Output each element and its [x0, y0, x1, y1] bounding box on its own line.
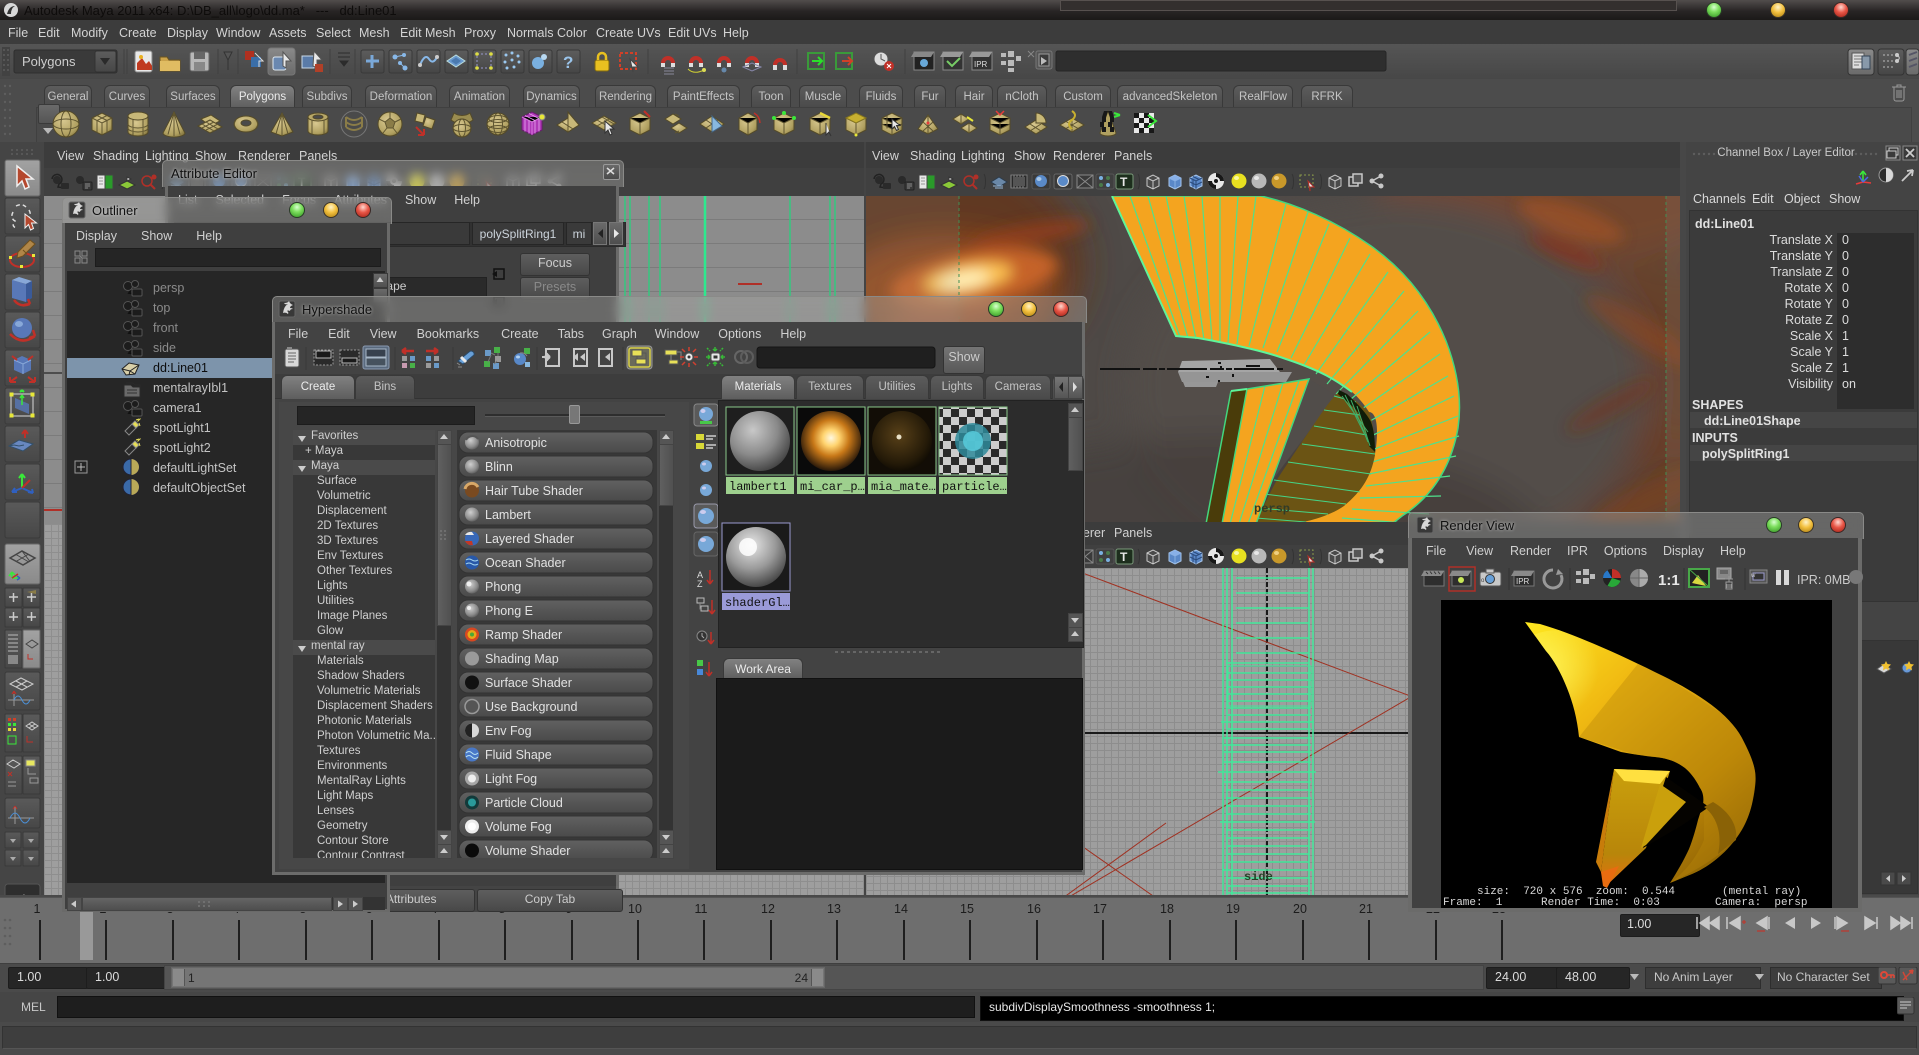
svg-text:1:1: 1:1: [1658, 572, 1680, 589]
svg-text:?: ?: [563, 53, 573, 72]
svg-text:Z: Z: [697, 579, 703, 589]
svg-text:Env Fog: Env Fog: [485, 724, 532, 738]
svg-text:17: 17: [1093, 902, 1107, 916]
svg-text:lambert1: lambert1: [729, 480, 787, 494]
svg-text:Volume Fog: Volume Fog: [485, 820, 552, 834]
svg-text:mi_car_p…: mi_car_p…: [800, 480, 865, 494]
svg-text:Particle Cloud: Particle Cloud: [485, 796, 563, 810]
svg-text:defaultObjectSet: defaultObjectSet: [153, 481, 246, 495]
svg-text:shaderGl…: shaderGl…: [725, 596, 790, 610]
svg-text:side: side: [1244, 870, 1273, 884]
svg-text:mentalrayIbl1: mentalrayIbl1: [153, 381, 228, 395]
svg-text:Surface Shader: Surface Shader: [485, 676, 572, 690]
svg-text:IPR: IPR: [1516, 577, 1530, 586]
svg-text:15: 15: [960, 902, 974, 916]
svg-text:top: top: [153, 301, 170, 315]
svg-text:20: 20: [1293, 902, 1307, 916]
svg-text:persp: persp: [153, 281, 184, 295]
svg-text:Layered Shader: Layered Shader: [485, 532, 574, 546]
svg-text:Polygons: Polygons: [22, 54, 76, 69]
svg-text:Hair Tube Shader: Hair Tube Shader: [485, 484, 583, 498]
svg-text:defaultLightSet: defaultLightSet: [153, 461, 237, 475]
svg-text:Phong E: Phong E: [485, 604, 533, 618]
svg-text:spotLight2: spotLight2: [153, 441, 211, 455]
svg-text:Shading Map: Shading Map: [485, 652, 559, 666]
svg-text:persp: persp: [1254, 502, 1290, 516]
svg-text:Ramp Shader: Ramp Shader: [485, 628, 562, 642]
svg-text:Volume Shader: Volume Shader: [485, 844, 570, 858]
svg-text:dd:Line01: dd:Line01: [153, 361, 208, 375]
svg-text:Ocean Shader: Ocean Shader: [485, 556, 566, 570]
svg-text:front: front: [153, 321, 179, 335]
svg-text:mia_mate…: mia_mate…: [871, 480, 936, 494]
svg-text:11: 11: [695, 902, 708, 916]
svg-text:13: 13: [827, 902, 841, 916]
svg-text:19: 19: [1226, 902, 1240, 916]
svg-text:14: 14: [894, 902, 908, 916]
svg-text:particle…: particle…: [942, 480, 1007, 494]
svg-text:10: 10: [628, 902, 642, 916]
svg-text:IPR: 0MB: IPR: 0MB: [1797, 573, 1851, 587]
svg-text:21: 21: [1359, 902, 1373, 916]
svg-text:Anisotropic: Anisotropic: [485, 436, 547, 450]
svg-text:18: 18: [1160, 902, 1174, 916]
svg-text:spotLight1: spotLight1: [153, 421, 211, 435]
svg-text:Light Fog: Light Fog: [485, 772, 537, 786]
svg-text:side: side: [153, 341, 176, 355]
svg-text:1: 1: [34, 902, 41, 916]
svg-text:Lambert: Lambert: [485, 508, 531, 522]
svg-text:Fluid Shape: Fluid Shape: [485, 748, 552, 762]
svg-text:Phong: Phong: [485, 580, 521, 594]
svg-text:camera1: camera1: [153, 401, 202, 415]
svg-text:w: w: [1750, 573, 1756, 579]
svg-text:12: 12: [761, 902, 775, 916]
svg-text:Use Background: Use Background: [485, 700, 577, 714]
svg-text:IPR: IPR: [974, 60, 988, 69]
svg-text:16: 16: [1027, 902, 1041, 916]
svg-text:Blinn: Blinn: [485, 460, 513, 474]
